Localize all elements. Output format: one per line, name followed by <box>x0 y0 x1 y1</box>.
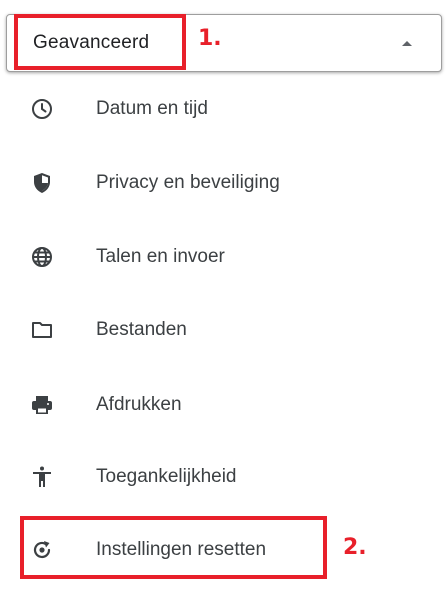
menu-item-label: Afdrukken <box>96 394 182 415</box>
menu-item-talen[interactable]: Talen en invoer <box>20 232 430 282</box>
annotation-label-1: 1. <box>198 26 222 51</box>
menu-item-toegankelijkheid[interactable]: Toegankelijkheid <box>20 452 430 502</box>
chevron-up-icon <box>402 41 412 46</box>
menu-item-label: Toegankelijkheid <box>96 466 237 487</box>
menu-item-label: Talen en invoer <box>96 246 225 267</box>
globe-icon <box>32 247 52 267</box>
folder-icon <box>32 322 52 338</box>
menu-item-bestanden[interactable]: Bestanden <box>20 305 430 355</box>
annotation-label-2: 2. <box>343 535 367 560</box>
menu-item-label: Bestanden <box>96 319 187 340</box>
annotation-box-2 <box>20 516 327 579</box>
clock-icon <box>32 99 52 119</box>
menu-item-label: Datum en tijd <box>96 98 208 119</box>
annotation-box-1 <box>14 14 186 70</box>
menu-item-privacy[interactable]: Privacy en beveiliging <box>20 158 430 208</box>
shield-icon <box>34 173 50 193</box>
menu-item-label: Privacy en beveiliging <box>96 172 280 193</box>
menu-item-afdrukken[interactable]: Afdrukken <box>20 380 430 430</box>
menu-item-datum-en-tijd[interactable]: Datum en tijd <box>20 84 430 134</box>
accessibility-icon <box>33 466 51 487</box>
printer-icon <box>32 396 52 414</box>
